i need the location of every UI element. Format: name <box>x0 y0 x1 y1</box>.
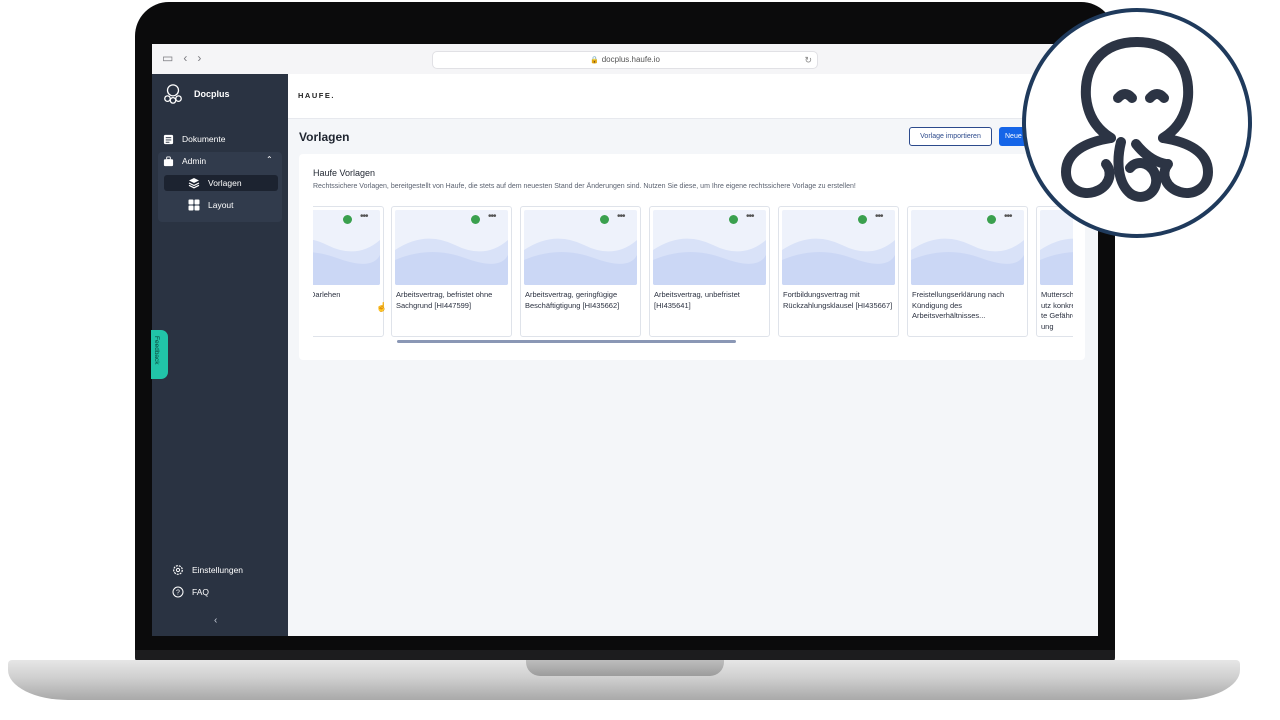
more-options-icon[interactable]: ••• <box>1004 211 1012 222</box>
template-card[interactable]: ••• Fortbildungsvertrag mit Rückzahlungs… <box>778 206 899 337</box>
template-title: Mutterschutz konkrete Gefährdung <box>1041 290 1073 331</box>
globe-icon <box>858 215 867 224</box>
sidebar-item-vorlagen[interactable]: Vorlagen <box>188 177 242 189</box>
sidebar: Docplus Dokumente Admin ⌃ Vorlagen Layou… <box>152 74 288 636</box>
back-icon[interactable]: ‹ <box>183 51 187 65</box>
url-text: docplus.haufe.io <box>601 55 660 64</box>
haufe-logo: HAUFE. <box>298 91 335 100</box>
globe-icon <box>471 215 480 224</box>
main-content: HAUFE. Vorlagen Vorlage importieren Neue… <box>288 74 1098 636</box>
template-title: Freistellungserklärung nach Kündigung de… <box>912 290 1005 320</box>
brand[interactable]: Docplus <box>162 83 230 105</box>
lock-icon: 🔒 <box>590 57 599 64</box>
octopus-icon <box>1060 37 1214 202</box>
document-icon <box>162 133 174 145</box>
sidebar-item-label: Vorlagen <box>208 178 242 188</box>
haufe-templates-panel: Haufe Vorlagen Rechtssichere Vorlagen, b… <box>299 154 1085 360</box>
laptop-notch <box>526 660 724 676</box>
template-card[interactable]: ••• Arbeitsvertrag, unbefristet [HI43564… <box>649 206 770 337</box>
sidebar-item-label: Layout <box>208 200 234 210</box>
sidebar-item-dokumente[interactable]: Dokumente <box>162 133 225 145</box>
sidebar-toggle-icon[interactable]: ▭ <box>162 51 173 65</box>
sidebar-item-label: Einstellungen <box>192 565 244 575</box>
octopus-badge <box>1022 8 1252 238</box>
template-title: Fortbildungsvertrag mit Rückzahlungsklau… <box>783 290 893 310</box>
template-title: Arbeitsvertrag, befristet ohne Sachgrund… <box>396 290 493 310</box>
template-card[interactable]: ••• Freistellungserklärung nach Kündigun… <box>907 206 1028 337</box>
panel-description: Rechtssichere Vorlagen, bereitgestellt v… <box>313 183 856 190</box>
grid-icon <box>188 199 200 211</box>
globe-icon <box>600 215 609 224</box>
more-options-icon[interactable]: ••• <box>617 211 625 222</box>
collapse-sidebar-icon[interactable]: ‹ <box>214 615 217 626</box>
app-screen: ▭ ‹ › 🔒 docplus.haufe.io ↻ Docplus Dokume… <box>152 44 1098 636</box>
template-title: Darlehen <box>313 290 341 299</box>
help-icon: ? <box>172 586 184 598</box>
url-bar[interactable]: 🔒 docplus.haufe.io ↻ <box>432 51 818 69</box>
template-title: Arbeitsvertrag, geringfügige Beschäftigt… <box>525 290 620 310</box>
more-options-icon[interactable]: ••• <box>360 211 368 222</box>
globe-icon <box>729 215 738 224</box>
layers-icon <box>188 177 200 189</box>
globe-icon <box>987 215 996 224</box>
sidebar-item-label: Admin <box>182 156 207 166</box>
sidebar-item-faq[interactable]: ? FAQ <box>172 586 209 598</box>
more-options-icon[interactable]: ••• <box>488 211 496 222</box>
reload-icon[interactable]: ↻ <box>804 52 812 68</box>
topbar: HAUFE. <box>288 74 1098 119</box>
feedback-label: Feedback <box>153 336 160 365</box>
sidebar-item-label: FAQ <box>192 587 210 597</box>
template-card[interactable]: ••• Darlehen <box>313 206 384 337</box>
browser-toolbar: ▭ ‹ › 🔒 docplus.haufe.io ↻ <box>152 44 1098 75</box>
sidebar-item-label: Dokumente <box>182 134 226 144</box>
sidebar-item-layout[interactable]: Layout <box>188 199 234 211</box>
sidebar-item-admin[interactable]: Admin <box>162 155 206 167</box>
forward-icon[interactable]: › <box>197 51 201 65</box>
more-options-icon[interactable]: ••• <box>746 211 754 222</box>
template-card[interactable]: ••• Arbeitsvertrag, geringfügige Beschäf… <box>520 206 641 337</box>
brand-name: Docplus <box>194 89 230 99</box>
sidebar-item-einstellungen[interactable]: Einstellungen <box>172 564 243 576</box>
template-carousel[interactable]: ••• Darlehen ••• Arbeitsvertrag, befrist… <box>313 206 1073 338</box>
hand-cursor-icon: ☝ <box>376 302 388 312</box>
chevron-up-icon[interactable]: ⌃ <box>266 155 273 164</box>
feedback-tab[interactable]: Feedback <box>151 330 168 379</box>
more-options-icon[interactable]: ••• <box>875 211 883 222</box>
globe-icon <box>343 215 352 224</box>
svg-text:?: ? <box>176 590 180 597</box>
gear-icon <box>172 564 184 576</box>
template-title: Arbeitsvertrag, unbefristet [HI435641] <box>654 290 740 310</box>
panel-title: Haufe Vorlagen <box>313 168 376 178</box>
briefcase-icon <box>162 155 174 167</box>
import-template-button[interactable]: Vorlage importieren <box>909 127 992 146</box>
octopus-logo-icon <box>164 84 182 104</box>
template-card[interactable]: ••• Arbeitsvertrag, befristet ohne Sachg… <box>391 206 512 337</box>
carousel-scrollbar[interactable] <box>397 340 736 343</box>
page-title: Vorlagen <box>299 130 350 144</box>
